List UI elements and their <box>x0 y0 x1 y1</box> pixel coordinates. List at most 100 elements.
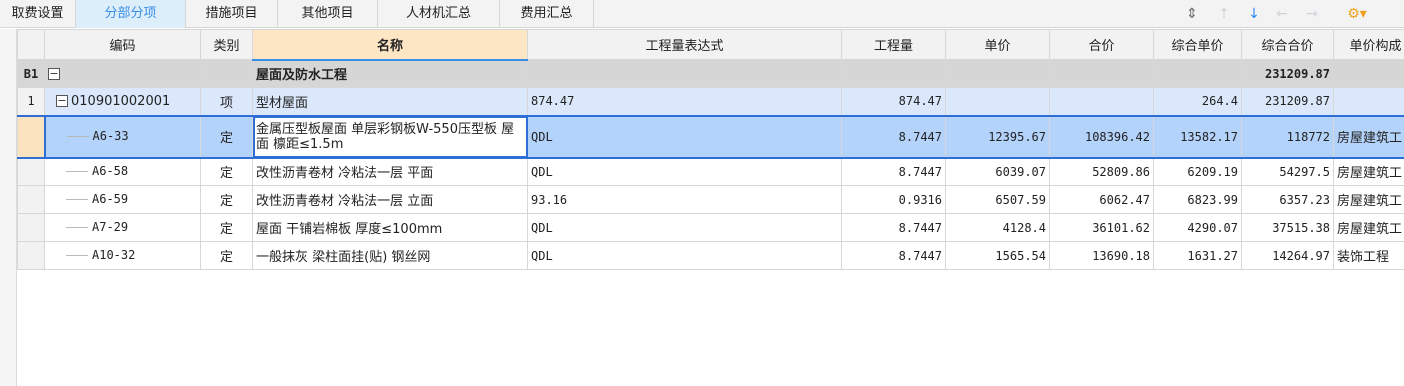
column-header-comp-total-price[interactable]: 综合合价 <box>1241 29 1334 60</box>
unit-price-cell[interactable]: 6039.07 <box>945 157 1050 186</box>
unit-price-cell[interactable]: 1565.54 <box>945 241 1050 270</box>
tab-materials-summary[interactable]: 人材机汇总 <box>378 0 500 28</box>
comp-total-price-cell[interactable]: 6357.23 <box>1241 185 1334 214</box>
price-composition-cell[interactable]: 房屋建筑工 <box>1333 213 1404 242</box>
total-price-cell[interactable]: 13690.18 <box>1049 241 1154 270</box>
collapse-icon[interactable]: − <box>48 67 60 80</box>
code-cell[interactable]: −010901002001 <box>44 87 201 116</box>
expression-cell[interactable] <box>527 59 842 88</box>
quantity-cell[interactable]: 0.9316 <box>841 185 946 214</box>
name-cell[interactable]: 屋面及防水工程 <box>252 59 528 88</box>
table-row[interactable]: A10-32 定 一般抹灰 梁柱面挂(贴) 钢丝网 QDL 8.7447 156… <box>17 241 1404 270</box>
column-header-price-composition[interactable]: 单价构成 <box>1333 29 1404 60</box>
total-price-cell[interactable]: 52809.86 <box>1049 157 1154 186</box>
column-header-unit-price[interactable]: 单价 <box>945 29 1050 60</box>
price-composition-cell[interactable]: 装饰工程 <box>1333 241 1404 270</box>
code-cell[interactable]: A6-59 <box>44 185 201 214</box>
settings-dropdown-icon[interactable]: ⚙▾ <box>1340 4 1374 24</box>
name-cell[interactable]: 屋面 干铺岩棉板 厚度≤100mm <box>252 213 528 242</box>
name-cell-editing[interactable]: 金属压型板屋面 单层彩钢板W-550压型板 屋面 檩距≤1.5m <box>252 114 528 159</box>
name-cell[interactable]: 一般抹灰 梁柱面挂(贴) 钢丝网 <box>252 241 528 270</box>
move-up-icon[interactable]: ↑ <box>1214 4 1234 24</box>
comp-unit-price-cell[interactable]: 13582.17 <box>1153 114 1242 159</box>
type-cell[interactable]: 项 <box>200 87 253 116</box>
code-cell[interactable]: A10-32 <box>44 241 201 270</box>
code-cell[interactable]: A6-58 <box>44 157 201 186</box>
expression-cell[interactable]: QDL <box>527 114 842 159</box>
column-header-code[interactable]: 编码 <box>44 29 201 60</box>
quantity-cell[interactable]: 8.7447 <box>841 213 946 242</box>
table-row[interactable]: A6-58 定 改性沥青卷材 冷粘法一层 平面 QDL 8.7447 6039.… <box>17 157 1404 186</box>
total-price-cell[interactable]: 6062.47 <box>1049 185 1154 214</box>
column-header-type[interactable]: 类别 <box>200 29 253 60</box>
comp-total-price-cell[interactable]: 14264.97 <box>1241 241 1334 270</box>
price-composition-cell[interactable] <box>1333 87 1404 116</box>
expression-cell[interactable]: 93.16 <box>527 185 842 214</box>
type-cell[interactable]: 定 <box>200 185 253 214</box>
quantity-cell[interactable]: 874.47 <box>841 87 946 116</box>
comp-total-price-cell[interactable]: 231209.87 <box>1241 87 1334 116</box>
collapse-icon[interactable]: − <box>56 95 68 108</box>
tab-sub-items[interactable]: 分部分项 <box>76 0 186 28</box>
comp-unit-price-cell[interactable] <box>1153 59 1242 88</box>
column-header-quantity[interactable]: 工程量 <box>841 29 946 60</box>
comp-unit-price-cell[interactable]: 6823.99 <box>1153 185 1242 214</box>
type-cell[interactable] <box>200 59 253 88</box>
expression-cell[interactable]: QDL <box>527 241 842 270</box>
tab-cost-summary[interactable]: 费用汇总 <box>500 0 594 28</box>
price-composition-cell[interactable]: 房屋建筑工 <box>1333 157 1404 186</box>
comp-unit-price-cell[interactable]: 4290.07 <box>1153 213 1242 242</box>
price-composition-cell[interactable] <box>1333 59 1404 88</box>
unit-price-cell[interactable]: 12395.67 <box>945 114 1050 159</box>
expression-cell[interactable]: QDL <box>527 213 842 242</box>
total-price-cell[interactable]: 108396.42 <box>1049 114 1154 159</box>
comp-total-price-cell[interactable]: 118772 <box>1241 114 1334 159</box>
comp-unit-price-cell[interactable]: 6209.19 <box>1153 157 1242 186</box>
expression-cell[interactable]: 874.47 <box>527 87 842 116</box>
column-header-name[interactable]: 名称 <box>252 29 528 61</box>
column-header-total-price[interactable]: 合价 <box>1049 29 1154 60</box>
comp-total-price-cell[interactable]: 54297.5 <box>1241 157 1334 186</box>
tab-other-items[interactable]: 其他项目 <box>278 0 378 28</box>
comp-total-price-cell[interactable]: 37515.38 <box>1241 213 1334 242</box>
code-cell[interactable]: A6-33 <box>43 114 201 159</box>
unit-price-cell[interactable] <box>945 59 1050 88</box>
comp-unit-price-cell[interactable]: 1631.27 <box>1153 241 1242 270</box>
table-row-section[interactable]: B1 − 屋面及防水工程 231209.87 <box>17 59 1404 88</box>
tab-measures[interactable]: 措施项目 <box>186 0 278 28</box>
updown-icon[interactable]: ⇕ <box>1182 4 1202 24</box>
column-header-expression[interactable]: 工程量表达式 <box>527 29 842 60</box>
total-price-cell[interactable]: 36101.62 <box>1049 213 1154 242</box>
type-cell[interactable]: 定 <box>200 213 253 242</box>
comp-unit-price-cell[interactable]: 264.4 <box>1153 87 1242 116</box>
name-cell[interactable]: 改性沥青卷材 冷粘法一层 平面 <box>252 157 528 186</box>
table-row-selected[interactable]: A6-33 定 金属压型板屋面 单层彩钢板W-550压型板 屋面 檩距≤1.5m… <box>17 114 1404 159</box>
tab-fee-settings[interactable]: 取费设置 <box>0 0 76 28</box>
price-composition-cell[interactable]: 房屋建筑工 <box>1333 114 1404 159</box>
quantity-cell[interactable]: 8.7447 <box>841 114 946 159</box>
unit-price-cell[interactable] <box>945 87 1050 116</box>
move-down-icon[interactable]: ↓ <box>1244 4 1264 24</box>
type-cell[interactable]: 定 <box>200 241 253 270</box>
table-row[interactable]: A7-29 定 屋面 干铺岩棉板 厚度≤100mm QDL 8.7447 412… <box>17 213 1404 242</box>
table-row-item[interactable]: 1 −010901002001 项 型材屋面 874.47 874.47 264… <box>17 87 1404 116</box>
type-cell[interactable]: 定 <box>200 157 253 186</box>
quantity-cell[interactable] <box>841 59 946 88</box>
move-left-icon[interactable]: ← <box>1272 4 1292 24</box>
total-price-cell[interactable] <box>1049 59 1154 88</box>
quantity-cell[interactable]: 8.7447 <box>841 241 946 270</box>
comp-total-price-cell[interactable]: 231209.87 <box>1241 59 1334 88</box>
quantity-cell[interactable]: 8.7447 <box>841 157 946 186</box>
table-row[interactable]: A6-59 定 改性沥青卷材 冷粘法一层 立面 93.16 0.9316 650… <box>17 185 1404 214</box>
total-price-cell[interactable] <box>1049 87 1154 116</box>
unit-price-cell[interactable]: 6507.59 <box>945 185 1050 214</box>
name-cell[interactable]: 改性沥青卷材 冷粘法一层 立面 <box>252 185 528 214</box>
code-cell[interactable]: A7-29 <box>44 213 201 242</box>
type-cell[interactable]: 定 <box>200 114 253 159</box>
move-right-icon[interactable]: → <box>1302 4 1322 24</box>
unit-price-cell[interactable]: 4128.4 <box>945 213 1050 242</box>
code-cell[interactable]: − <box>44 59 201 88</box>
expression-cell[interactable]: QDL <box>527 157 842 186</box>
price-composition-cell[interactable]: 房屋建筑工 <box>1333 185 1404 214</box>
column-header-comp-unit-price[interactable]: 综合单价 <box>1153 29 1242 60</box>
